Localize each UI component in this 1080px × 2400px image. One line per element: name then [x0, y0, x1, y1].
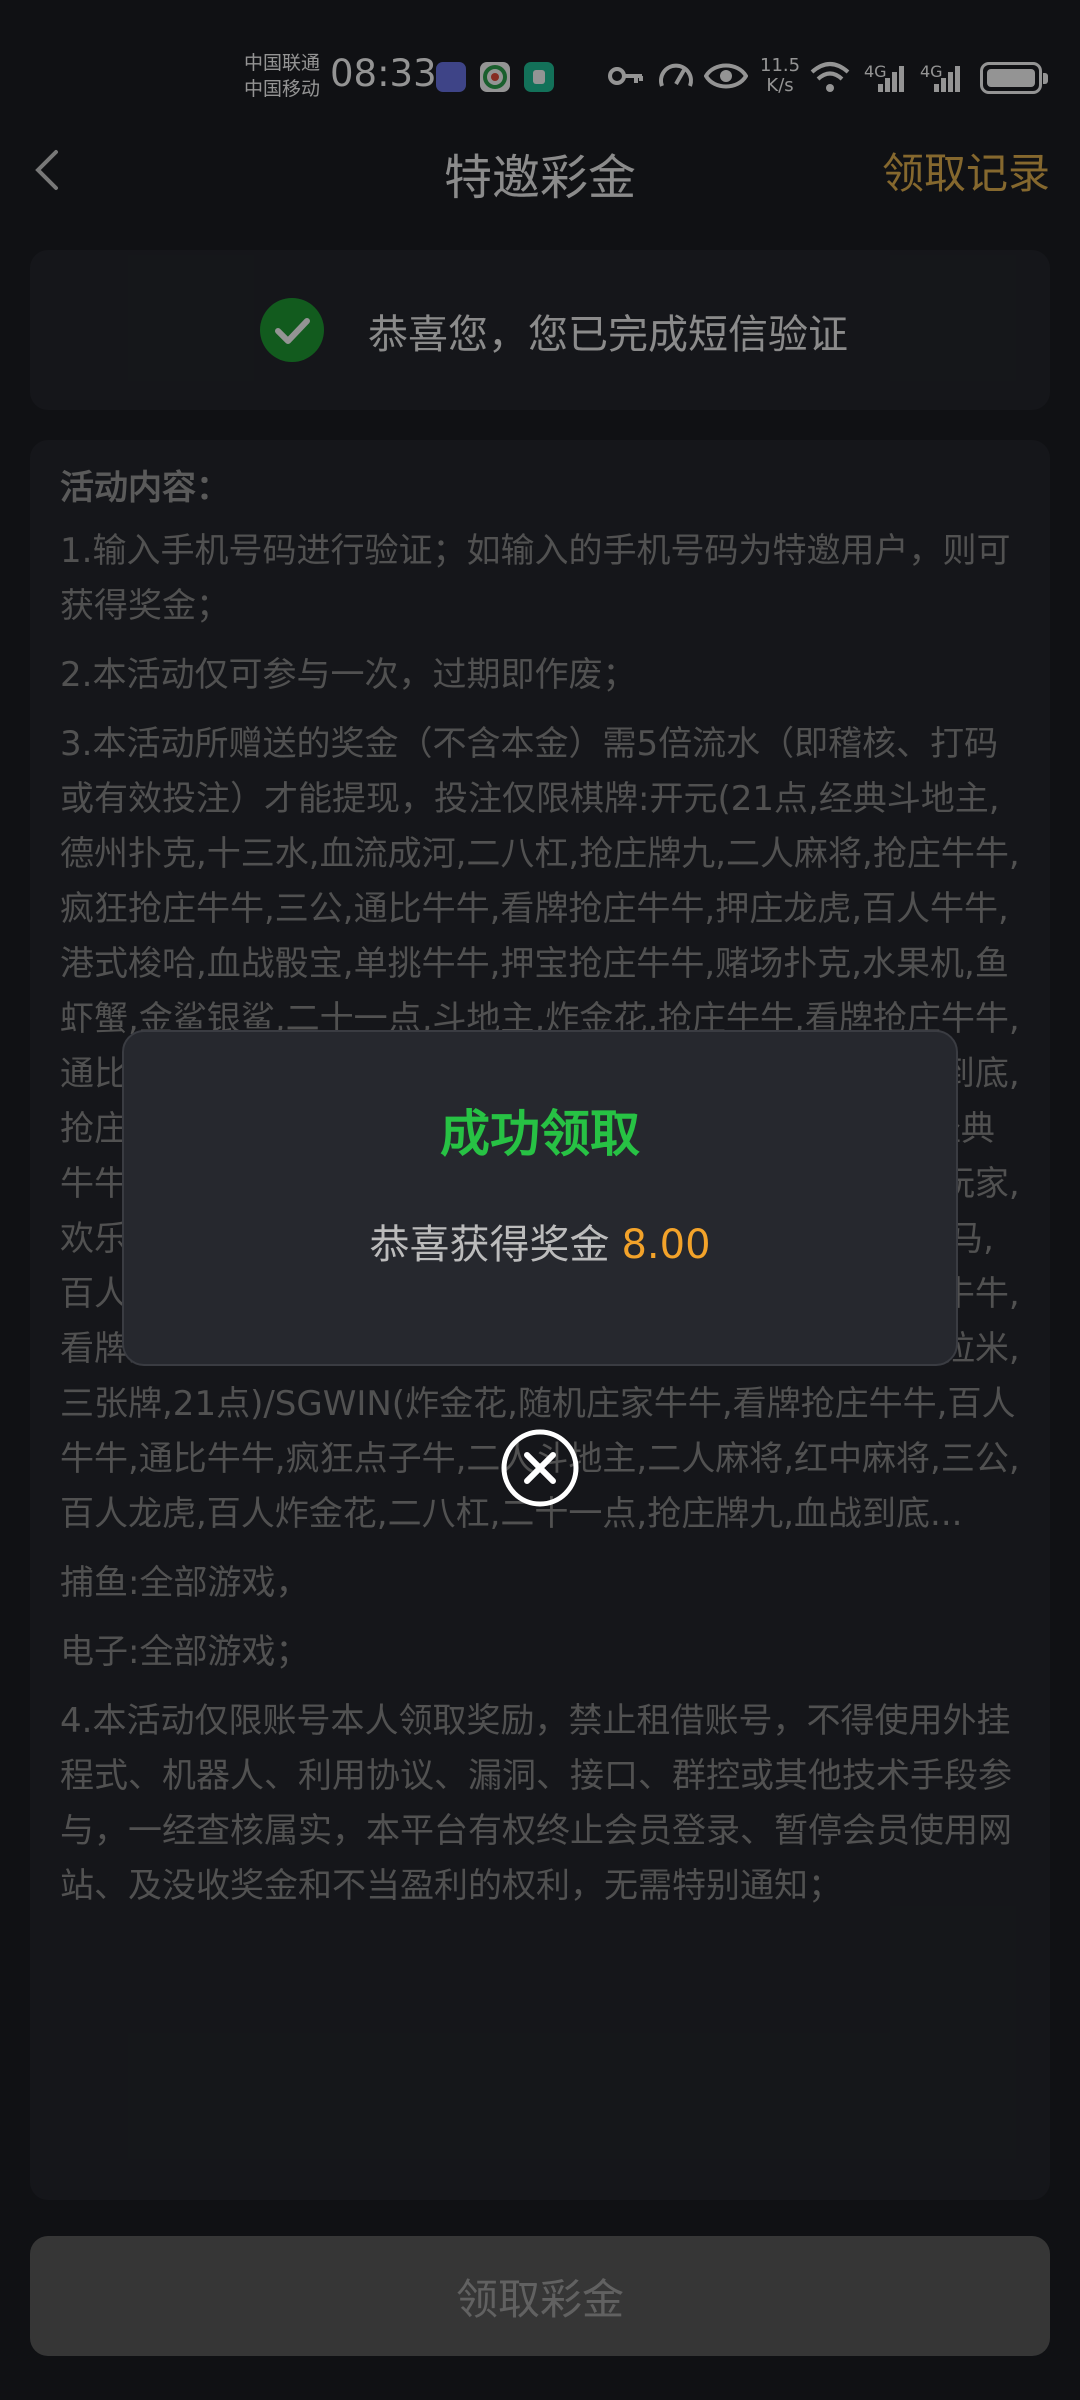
close-icon[interactable] [500, 1428, 580, 1508]
success-dialog: 成功领取 恭喜获得奖金 8.00 [122, 1030, 958, 1366]
bonus-amount: 8.00 [621, 1222, 711, 1268]
dialog-title: 成功领取 [440, 1105, 640, 1163]
dialog-message-text: 恭喜获得奖金 [369, 1222, 610, 1268]
page: 中国联通 中国移动 08:33 11.5 K/s 4G 4G 特邀彩金 领取记录… [0, 0, 1080, 2400]
dialog-message: 恭喜获得奖金 8.00 [124, 1212, 956, 1270]
